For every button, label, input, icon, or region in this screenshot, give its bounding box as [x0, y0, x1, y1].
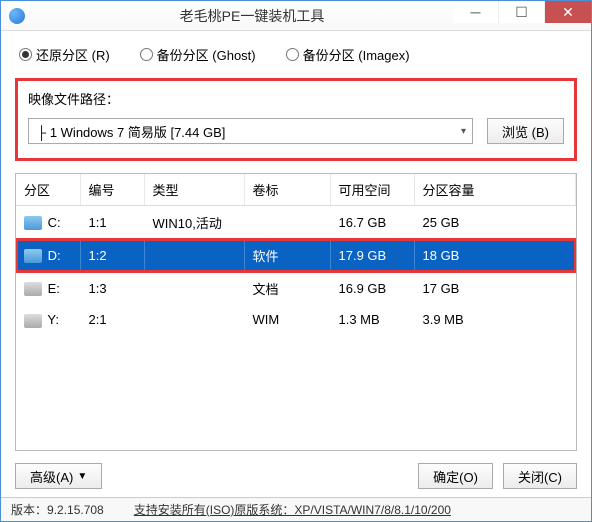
radio-backup-imagex[interactable]: 备份分区 (Imagex) — [286, 45, 410, 64]
bottom-button-row: 高级(A) ▼ 确定(O) 关闭(C) — [15, 463, 577, 489]
radio-backup-ghost[interactable]: 备份分区 (Ghost) — [140, 45, 256, 64]
cell-free: 16.9 GB — [330, 272, 414, 305]
cell-partition: Y: — [16, 305, 80, 335]
advanced-button[interactable]: 高级(A) ▼ — [15, 463, 102, 489]
radio-restore[interactable]: 还原分区 (R) — [19, 45, 110, 64]
th-free[interactable]: 可用空间 — [330, 174, 414, 206]
th-capacity[interactable]: 分区容量 — [414, 174, 576, 206]
th-partition[interactable]: 分区 — [16, 174, 80, 206]
radio-label: 还原分区 (R) — [36, 45, 110, 64]
radio-icon — [19, 48, 32, 61]
radio-icon — [140, 48, 153, 61]
th-type[interactable]: 类型 — [144, 174, 244, 206]
cell-type: WIN10,活动 — [144, 206, 244, 240]
chevron-down-icon: ▼ — [77, 471, 87, 482]
cell-number: 1:3 — [80, 272, 144, 305]
minimize-button[interactable]: ─ — [453, 1, 499, 23]
cell-volume — [244, 206, 330, 240]
table-header-row: 分区 编号 类型 卷标 可用空间 分区容量 — [16, 174, 576, 206]
cell-type — [144, 272, 244, 305]
image-path-label: 映像文件路径： — [28, 89, 564, 108]
cell-number: 1:1 — [80, 206, 144, 240]
cell-capacity: 17 GB — [414, 272, 576, 305]
maximize-button[interactable]: ☐ — [499, 1, 545, 23]
status-bar: 版本：9.2.15.708 支持安装所有(ISO)原版系统：XP/VISTA/W… — [1, 497, 591, 521]
browse-button[interactable]: 浏览 (B) — [487, 118, 564, 144]
radio-label: 备份分区 (Imagex) — [303, 45, 410, 64]
app-icon — [9, 8, 25, 24]
cell-free: 16.7 GB — [330, 206, 414, 240]
disk-icon — [24, 249, 42, 263]
chevron-down-icon: ▾ — [461, 126, 466, 137]
titlebar: 老毛桃PE一键装机工具 ─ ☐ ✕ — [1, 1, 591, 31]
image-path-select[interactable]: ├ 1 Windows 7 简易版 [7.44 GB] ▾ — [28, 118, 473, 144]
cell-partition: D: — [16, 239, 80, 272]
cell-capacity: 18 GB — [414, 239, 576, 272]
cell-capacity: 3.9 MB — [414, 305, 576, 335]
disk-icon — [24, 216, 42, 230]
cell-number: 1:2 — [80, 239, 144, 272]
cell-volume: 文档 — [244, 272, 330, 305]
cell-number: 2:1 — [80, 305, 144, 335]
table-row[interactable]: E:1:3 文档16.9 GB17 GB — [16, 272, 576, 305]
image-path-box: 映像文件路径： ├ 1 Windows 7 简易版 [7.44 GB] ▾ 浏览… — [15, 78, 577, 161]
disk-icon — [24, 282, 42, 296]
cell-volume: WIM — [244, 305, 330, 335]
cell-partition: E: — [16, 272, 80, 305]
mode-radio-group: 还原分区 (R) 备份分区 (Ghost) 备份分区 (Imagex) — [15, 45, 577, 64]
close-window-button[interactable]: 关闭(C) — [503, 463, 577, 489]
close-button[interactable]: ✕ — [545, 1, 591, 23]
cell-free: 1.3 MB — [330, 305, 414, 335]
cell-type — [144, 305, 244, 335]
table-row[interactable]: D:1:2 软件17.9 GB18 GB — [16, 239, 576, 272]
radio-icon — [286, 48, 299, 61]
th-number[interactable]: 编号 — [80, 174, 144, 206]
version-text: 版本：9.2.15.708 — [11, 501, 104, 518]
content-area: 还原分区 (R) 备份分区 (Ghost) 备份分区 (Imagex) 映像文件… — [1, 31, 591, 497]
ok-button[interactable]: 确定(O) — [418, 463, 493, 489]
th-volume[interactable]: 卷标 — [244, 174, 330, 206]
table-row[interactable]: C:1:1WIN10,活动 16.7 GB25 GB — [16, 206, 576, 240]
main-window: 老毛桃PE一键装机工具 ─ ☐ ✕ 还原分区 (R) 备份分区 (Ghost) … — [0, 0, 592, 522]
disk-icon — [24, 314, 42, 328]
partition-table-wrap: 分区 编号 类型 卷标 可用空间 分区容量 C:1:1WIN10,活动 16.7 … — [15, 173, 577, 451]
cell-free: 17.9 GB — [330, 239, 414, 272]
radio-label: 备份分区 (Ghost) — [157, 45, 256, 64]
image-path-value: ├ 1 Windows 7 简易版 [7.44 GB] — [37, 122, 225, 141]
cell-volume: 软件 — [244, 239, 330, 272]
partition-table: 分区 编号 类型 卷标 可用空间 分区容量 C:1:1WIN10,活动 16.7 … — [16, 174, 576, 335]
support-text: 支持安装所有(ISO)原版系统：XP/VISTA/WIN7/8/8.1/10/2… — [134, 501, 451, 518]
table-row[interactable]: Y:2:1 WIM1.3 MB3.9 MB — [16, 305, 576, 335]
cell-type — [144, 239, 244, 272]
cell-capacity: 25 GB — [414, 206, 576, 240]
cell-partition: C: — [16, 206, 80, 240]
table-body: C:1:1WIN10,活动 16.7 GB25 GB D:1:2 软件17.9 GB… — [16, 206, 576, 335]
